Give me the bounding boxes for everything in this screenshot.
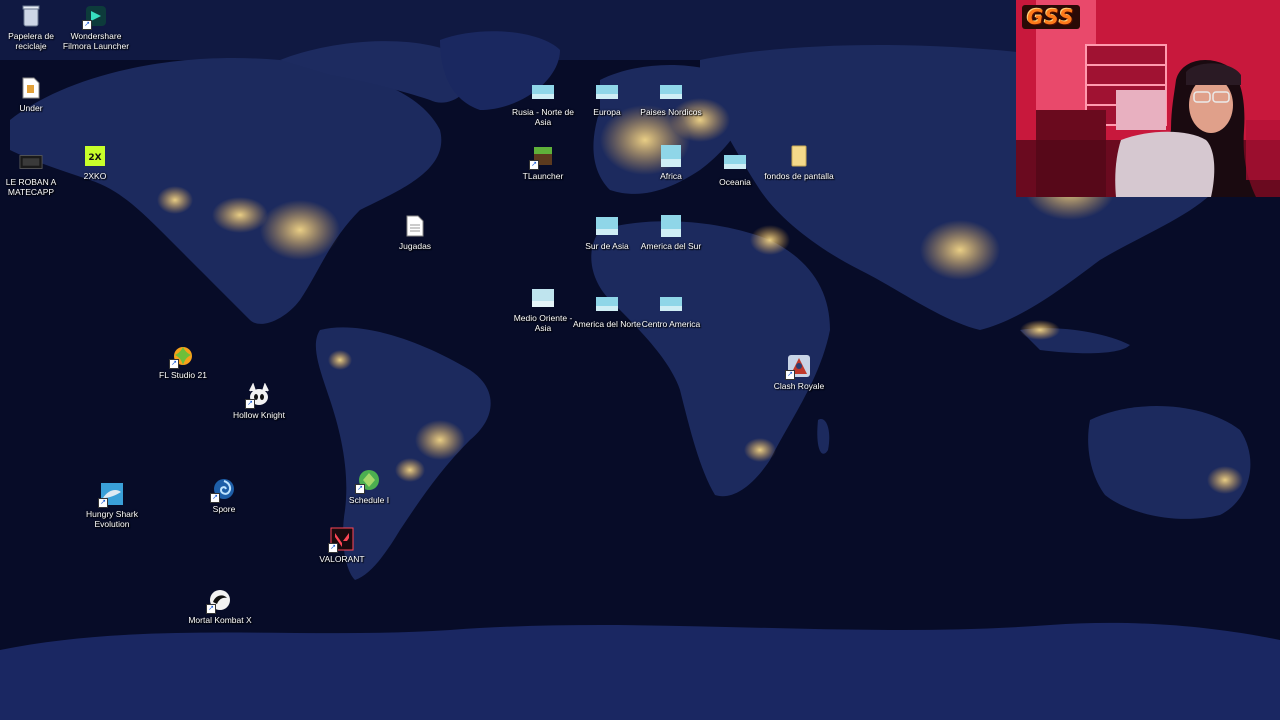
image-file-icon bbox=[659, 214, 683, 238]
desktop-icon-fondos[interactable]: fondos de pantalla bbox=[762, 144, 836, 181]
desktop-icon-hungry-shark[interactable]: ↗ Hungry Shark Evolution bbox=[75, 482, 149, 529]
icon-label: America del Norte bbox=[572, 319, 642, 329]
desktop-icon-europa[interactable]: Europa bbox=[570, 80, 644, 117]
icon-label: Hungry Shark Evolution bbox=[86, 509, 138, 529]
desktop-icon-medio-oriente[interactable]: Medio Oriente - Asia bbox=[506, 286, 580, 333]
image-file-icon bbox=[595, 292, 619, 316]
svg-text:2X: 2X bbox=[88, 153, 101, 163]
icon-label: FL Studio 21 bbox=[159, 370, 207, 380]
hollow-knight-icon: ↗ bbox=[245, 383, 271, 409]
desktop-icon-mortal-kombat[interactable]: ↗ Mortal Kombat X bbox=[183, 588, 257, 625]
icon-label: VALORANT bbox=[319, 554, 365, 564]
image-file-icon bbox=[659, 144, 683, 168]
desktop-icon-recycle-bin[interactable]: Papelera de reciclaje bbox=[0, 4, 68, 51]
icon-label: Europa bbox=[593, 107, 621, 117]
icon-label: 2XKO bbox=[83, 171, 107, 181]
image-file-icon bbox=[595, 214, 619, 238]
icon-label: Jugadas bbox=[398, 241, 432, 251]
streamer-logo: GSS bbox=[1022, 5, 1080, 29]
desktop-icon-jugadas[interactable]: Jugadas bbox=[378, 214, 452, 251]
icon-label: Under bbox=[19, 103, 43, 113]
desktop-icon-valorant[interactable]: ↗ VALORANT bbox=[305, 527, 379, 564]
icon-label: Oceania bbox=[719, 177, 751, 187]
icon-label: Africa bbox=[660, 171, 682, 181]
desktop-icon-centro-america[interactable]: Centro America bbox=[634, 292, 708, 329]
desktop-icon-schedule-i[interactable]: ↗ Schedule I bbox=[332, 468, 406, 505]
icon-label: TLauncher bbox=[522, 171, 564, 181]
icon-label: Clash Royale bbox=[773, 381, 825, 391]
icon-label: Rusia - Norte de Asia bbox=[512, 107, 574, 127]
recycle-bin-icon bbox=[19, 4, 43, 28]
image-file-icon bbox=[659, 80, 683, 104]
image-file-icon bbox=[659, 292, 683, 316]
icon-label: Paises Nordicos bbox=[640, 107, 702, 117]
desktop-icon-clash-royale[interactable]: ↗ Clash Royale bbox=[762, 354, 836, 391]
desktop-icon-oceania[interactable]: Oceania bbox=[698, 150, 772, 187]
icon-label: Centro America bbox=[641, 319, 701, 329]
desktop-icon-spore[interactable]: ↗ Spore bbox=[187, 477, 261, 514]
icon-label: Spore bbox=[212, 504, 236, 514]
image-file-icon bbox=[595, 80, 619, 104]
desktop-icon-tlauncher[interactable]: ↗ TLauncher bbox=[506, 144, 580, 181]
folder-icon bbox=[787, 144, 811, 168]
minecraft-icon: ↗ bbox=[529, 144, 555, 170]
desktop-icon-hollow-knight[interactable]: ↗ Hollow Knight bbox=[222, 383, 296, 420]
icon-label: fondos de pantalla bbox=[764, 171, 834, 181]
desktop-icon-africa[interactable]: Africa bbox=[634, 144, 708, 181]
icon-label: Sur de Asia bbox=[585, 241, 629, 251]
desktop-icon-america-del-sur[interactable]: America del Sur bbox=[634, 214, 708, 251]
mortal-kombat-icon: ↗ bbox=[206, 588, 232, 614]
desktop: Papelera de reciclaje ↗ Wondershare Film… bbox=[0, 0, 1280, 720]
webcam-scene bbox=[1016, 0, 1280, 197]
icon-label: Schedule I bbox=[348, 495, 390, 505]
filmora-icon: ↗ bbox=[82, 4, 108, 30]
image-file-icon bbox=[723, 150, 747, 174]
desktop-icon-fl-studio[interactable]: ↗ FL Studio 21 bbox=[146, 343, 220, 380]
desktop-icon-filmora[interactable]: ↗ Wondershare Filmora Launcher bbox=[59, 4, 133, 51]
image-file-icon bbox=[531, 286, 555, 310]
desktop-icon-sur-de-asia[interactable]: Sur de Asia bbox=[570, 214, 644, 251]
image-file-icon bbox=[531, 80, 555, 104]
desktop-icon-paises-nordicos[interactable]: Paises Nordicos bbox=[634, 80, 708, 117]
text-file-icon bbox=[403, 214, 427, 238]
desktop-icon-rusia[interactable]: Rusia - Norte de Asia bbox=[506, 80, 580, 127]
desktop-icon-america-del-norte[interactable]: America del Norte bbox=[570, 292, 644, 329]
webcam-overlay: GSS bbox=[1016, 0, 1280, 197]
document-icon bbox=[19, 76, 43, 100]
icon-label: Hollow Knight bbox=[233, 410, 285, 420]
icon-label: Papelera de reciclaje bbox=[8, 31, 54, 51]
hungry-shark-icon: ↗ bbox=[98, 482, 124, 508]
icon-label: America del Sur bbox=[640, 241, 702, 251]
desktop-icon-2xko[interactable]: 2X 2XKO bbox=[58, 144, 132, 181]
icon-label: Wondershare Filmora Launcher bbox=[62, 31, 130, 51]
schedule-one-icon: ↗ bbox=[355, 468, 381, 494]
video-file-icon bbox=[19, 150, 43, 174]
icon-label: Medio Oriente - Asia bbox=[513, 313, 573, 333]
icon-label: Mortal Kombat X bbox=[188, 615, 252, 625]
spore-icon: ↗ bbox=[210, 477, 236, 503]
clash-royale-icon: ↗ bbox=[785, 354, 811, 380]
valorant-icon: ↗ bbox=[328, 527, 354, 553]
fl-studio-icon: ↗ bbox=[169, 343, 195, 369]
desktop-icon-under[interactable]: Under bbox=[0, 76, 68, 113]
game-2xko-icon: 2X bbox=[83, 144, 107, 168]
